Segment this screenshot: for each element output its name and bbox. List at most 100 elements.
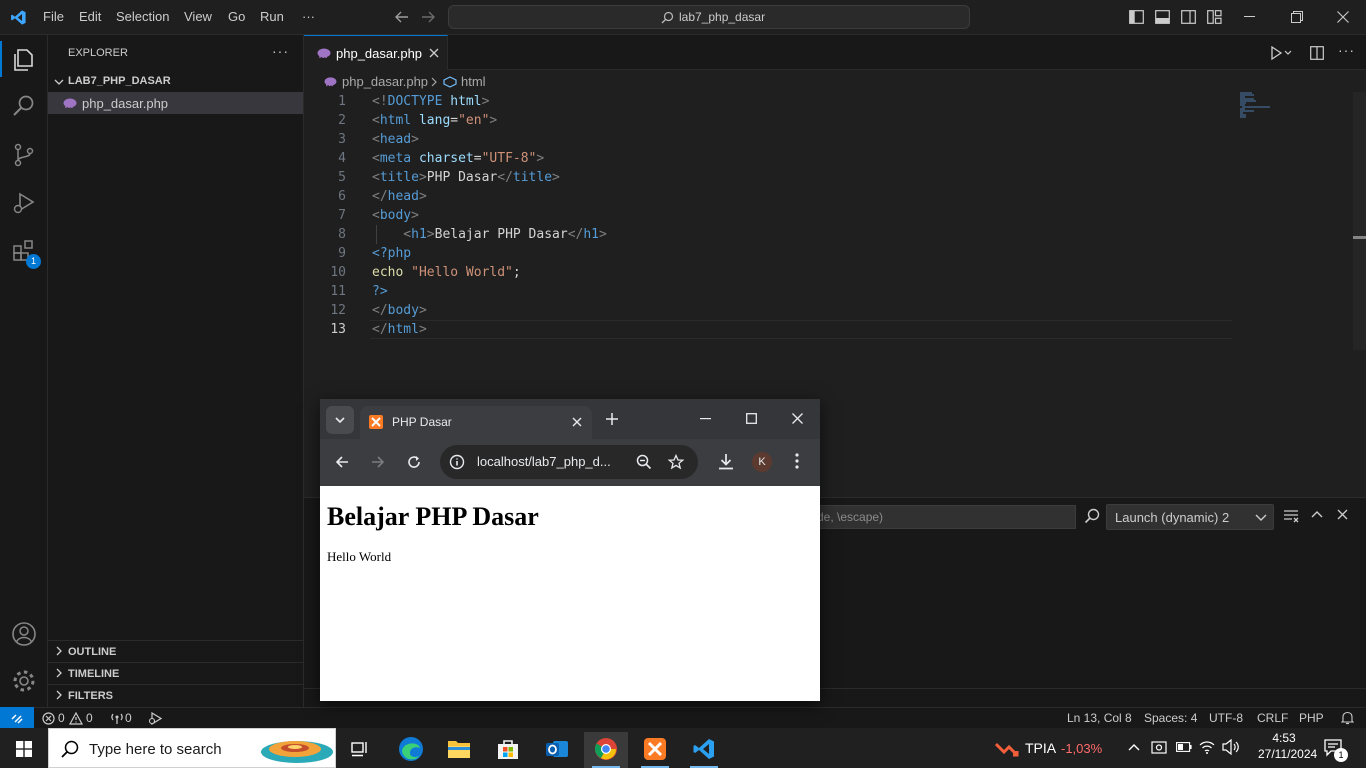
explorer-files-icon[interactable] [10, 45, 38, 73]
stock-name[interactable]: TPIA [1025, 740, 1056, 756]
file-encoding[interactable]: UTF-8 [1209, 711, 1243, 725]
menu-edit[interactable]: Edit [79, 9, 101, 24]
chrome-taskbar-icon[interactable] [584, 732, 628, 768]
wifi-icon[interactable] [1199, 740, 1215, 754]
code-line[interactable]: <meta charset="UTF-8"> [372, 149, 544, 168]
code-line[interactable]: echo "Hello World"; [372, 263, 521, 282]
forward-arrow-icon[interactable] [420, 10, 436, 24]
launch-config-select[interactable]: Launch (dynamic) 2 [1106, 504, 1274, 530]
battery-icon[interactable] [1176, 742, 1192, 752]
profile-avatar[interactable]: K [752, 452, 772, 472]
clear-console-icon[interactable] [1283, 509, 1299, 523]
menu-selection[interactable]: Selection [116, 9, 169, 24]
taskbar-search-box[interactable]: Type here to search [48, 728, 336, 768]
breadcrumb-symbol[interactable]: html [461, 74, 486, 89]
code-line[interactable]: </body> [372, 301, 427, 320]
timeline-section[interactable]: TIMELINE [48, 662, 303, 684]
file-item-php-dasar[interactable]: php_dasar.php [48, 92, 303, 114]
search-icon[interactable] [10, 92, 38, 120]
filters-section[interactable]: FILTERS [48, 684, 303, 706]
indentation[interactable]: Spaces: 4 [1144, 711, 1197, 725]
minimize-icon[interactable] [700, 418, 711, 420]
reload-icon[interactable] [407, 455, 421, 469]
split-editor-icon[interactable] [1310, 46, 1324, 60]
toggle-panel-icon[interactable] [1155, 10, 1170, 24]
debug-console-filter-input[interactable]: de, \escape) [810, 505, 1076, 529]
restore-icon[interactable] [1291, 11, 1303, 23]
clock[interactable]: 4:53 27/11/2024 [1258, 731, 1317, 761]
line-endings[interactable]: CRLF [1257, 711, 1288, 725]
tab-search-button[interactable] [326, 406, 354, 434]
close-tab-icon[interactable] [572, 417, 582, 427]
editor-more-actions[interactable]: ··· [1338, 42, 1355, 58]
cursor-position[interactable]: Ln 13, Col 8 [1067, 711, 1132, 725]
task-view-icon[interactable] [338, 732, 382, 768]
maximize-panel-icon[interactable] [1311, 510, 1323, 518]
new-tab-plus-icon[interactable] [606, 413, 618, 425]
security-tray-icon[interactable] [1151, 739, 1167, 755]
address-bar[interactable]: localhost/lab7_php_d... [440, 445, 698, 479]
vscode-taskbar-icon[interactable] [682, 732, 726, 768]
toggle-primary-sidebar-icon[interactable] [1129, 10, 1144, 24]
extensions-icon[interactable]: 1 [10, 238, 41, 269]
back-arrow-icon[interactable] [335, 455, 349, 469]
microsoft-store-icon[interactable] [486, 732, 530, 768]
minimize-icon[interactable] [1244, 16, 1256, 18]
menu-go[interactable]: Go [228, 9, 245, 24]
customize-layout-icon[interactable] [1207, 10, 1222, 24]
maximize-icon[interactable] [746, 413, 757, 424]
editor-tab-php-dasar[interactable]: php_dasar.php [304, 35, 448, 70]
close-window-icon[interactable] [1337, 11, 1349, 23]
menu-view[interactable]: View [184, 9, 212, 24]
forward-arrow-icon[interactable] [371, 455, 385, 469]
code-line[interactable]: <title>PHP Dasar</title> [372, 168, 560, 187]
run-debug-icon[interactable] [10, 189, 38, 217]
command-center[interactable]: lab7_php_dasar [448, 5, 970, 29]
settings-gear-icon[interactable] [10, 667, 38, 695]
debug-launch-icon[interactable] [148, 712, 162, 725]
windows-start-icon[interactable] [16, 741, 32, 757]
xampp-taskbar-icon[interactable] [633, 732, 677, 768]
close-tab-icon[interactable] [429, 48, 439, 58]
notifications-bell-icon[interactable] [1341, 711, 1354, 725]
downloads-icon[interactable] [718, 453, 734, 470]
toggle-secondary-sidebar-icon[interactable] [1181, 10, 1196, 24]
code-line[interactable]: <html lang="en"> [372, 111, 497, 130]
breadcrumb-file[interactable]: php_dasar.php [342, 74, 428, 89]
browser-tab[interactable]: PHP Dasar [360, 406, 592, 439]
editor-scrollbar[interactable] [1353, 92, 1366, 350]
show-hidden-icons-icon[interactable] [1128, 743, 1140, 751]
outlook-icon[interactable] [535, 732, 579, 768]
notification-center-icon[interactable]: 1 [1324, 739, 1348, 762]
zoom-icon[interactable] [636, 454, 652, 470]
close-window-icon[interactable] [792, 413, 803, 424]
minimap[interactable] [1240, 92, 1280, 122]
code-line[interactable]: <?php [372, 244, 411, 263]
back-arrow-icon[interactable] [394, 10, 410, 24]
code-line[interactable]: </head> [372, 187, 427, 206]
code-line[interactable]: <head> [372, 130, 419, 149]
folder-header[interactable]: LAB7_PHP_DASAR [48, 71, 303, 91]
code-line[interactable]: </html> [372, 320, 427, 339]
run-file-icon[interactable] [1270, 46, 1292, 60]
menu-more[interactable]: ··· [302, 9, 315, 24]
accounts-icon[interactable] [10, 620, 38, 648]
file-explorer-icon[interactable] [437, 732, 481, 768]
language-mode[interactable]: PHP [1299, 711, 1324, 725]
remote-indicator[interactable] [0, 707, 34, 729]
search-icon[interactable] [1084, 508, 1100, 524]
code-line[interactable]: <body> [372, 206, 419, 225]
code-line[interactable]: <h1>Belajar PHP Dasar</h1> [372, 225, 607, 244]
edge-browser-icon[interactable] [389, 732, 433, 768]
volume-icon[interactable] [1222, 739, 1240, 755]
code-line[interactable]: ?> [372, 282, 388, 301]
menu-run[interactable]: Run [260, 9, 284, 24]
explorer-more-actions[interactable]: ··· [272, 43, 289, 59]
code-line[interactable]: <!DOCTYPE html> [372, 92, 489, 111]
browser-menu-kebab-icon[interactable] [795, 453, 799, 469]
close-panel-icon[interactable] [1337, 509, 1348, 520]
menu-file[interactable]: File [43, 9, 64, 24]
site-info-icon[interactable] [449, 454, 465, 470]
bookmark-star-icon[interactable] [668, 454, 684, 470]
source-control-icon[interactable] [10, 141, 38, 169]
